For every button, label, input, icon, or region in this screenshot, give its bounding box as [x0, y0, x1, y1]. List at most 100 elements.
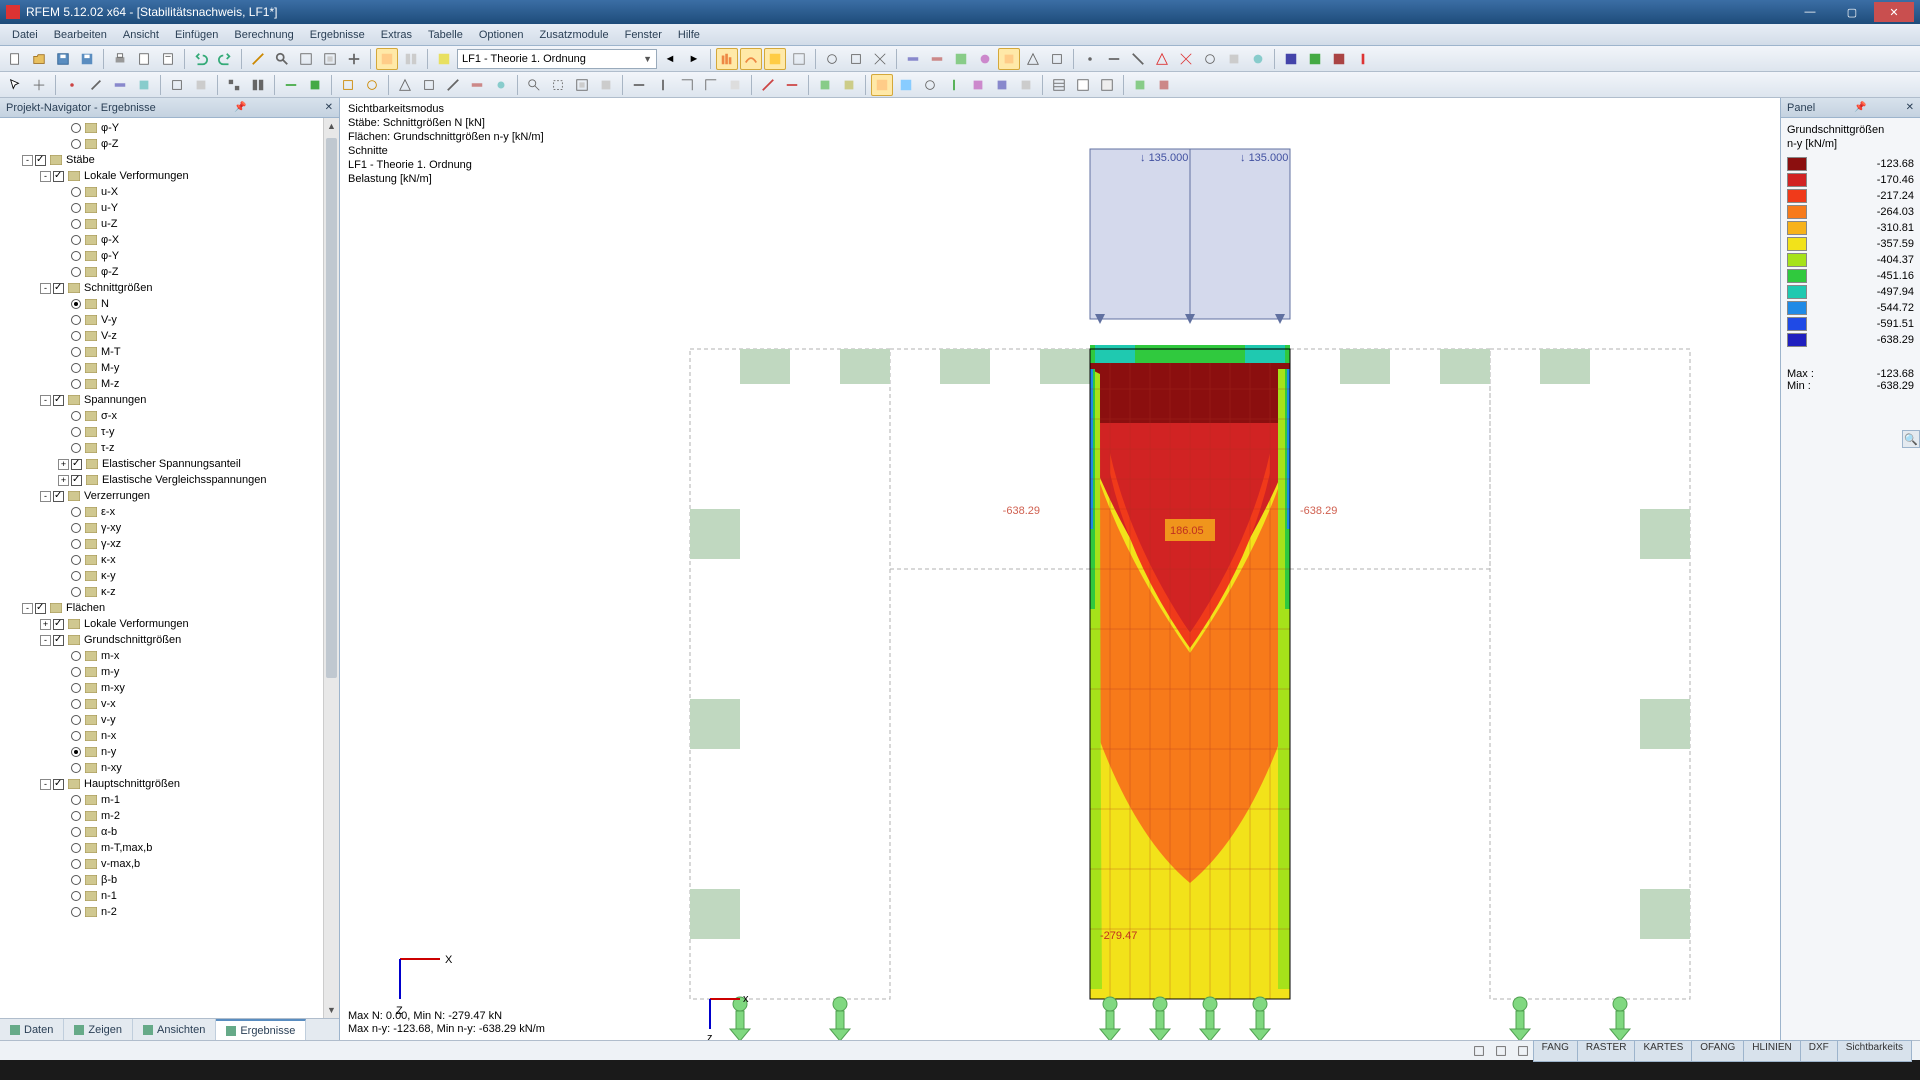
tree-item[interactable]: -Lokale Verformungen — [0, 168, 339, 184]
tree-item[interactable]: V-z — [0, 328, 339, 344]
tb2-h[interactable] — [361, 74, 383, 96]
panel-close-icon[interactable]: ✕ — [1906, 102, 1914, 113]
side-tab-icon[interactable]: 🔍 — [1902, 430, 1920, 448]
tree-item[interactable]: v-max,b — [0, 856, 339, 872]
tree-item[interactable]: m-y — [0, 664, 339, 680]
results-toggle-1[interactable] — [716, 48, 738, 70]
grid-icon[interactable] — [1468, 1040, 1490, 1062]
tb2-d[interactable] — [247, 74, 269, 96]
redo-button[interactable] — [214, 48, 236, 70]
tb1-u[interactable] — [1328, 48, 1350, 70]
tree-item[interactable]: V-y — [0, 312, 339, 328]
measure-button[interactable] — [247, 48, 269, 70]
tb1-k[interactable] — [1079, 48, 1101, 70]
tree-item[interactable]: φ-Y — [0, 120, 339, 136]
tb1-o[interactable] — [1175, 48, 1197, 70]
tb2-r[interactable] — [628, 74, 650, 96]
menu-optionen[interactable]: Optionen — [471, 27, 532, 43]
tb1-h[interactable] — [998, 48, 1020, 70]
tb2-a[interactable] — [166, 74, 188, 96]
tree-item[interactable]: m-x — [0, 648, 339, 664]
tree-item[interactable]: +Elastischer Spannungsanteil — [0, 456, 339, 472]
tree-item[interactable]: φ-Y — [0, 248, 339, 264]
tb2-move[interactable] — [28, 74, 50, 96]
tree-item[interactable]: κ-y — [0, 568, 339, 584]
tree-item[interactable]: n-2 — [0, 904, 339, 920]
tree-item[interactable]: β-b — [0, 872, 339, 888]
tb2-surface[interactable] — [133, 74, 155, 96]
tb2-c[interactable] — [223, 74, 245, 96]
menu-berechnung[interactable]: Berechnung — [226, 27, 301, 43]
menu-hilfe[interactable]: Hilfe — [670, 27, 708, 43]
tb1-e[interactable] — [926, 48, 948, 70]
status-sichtbarkeits[interactable]: Sichtbarkeits — [1837, 1040, 1912, 1062]
nav-tab-ergebnisse[interactable]: Ergebnisse — [216, 1019, 306, 1040]
tb2-f[interactable] — [304, 74, 326, 96]
menu-bearbeiten[interactable]: Bearbeiten — [46, 27, 115, 43]
tree-item[interactable]: γ-xz — [0, 536, 339, 552]
globe-icon[interactable] — [1490, 1040, 1512, 1062]
tb2-af[interactable] — [991, 74, 1013, 96]
zoom-button[interactable] — [271, 48, 293, 70]
tree-item[interactable]: φ-Z — [0, 264, 339, 280]
tree-item[interactable]: v-y — [0, 712, 339, 728]
open-button[interactable] — [28, 48, 50, 70]
close-panel-icon[interactable]: ✕ — [325, 102, 333, 113]
tb1-p[interactable] — [1199, 48, 1221, 70]
menu-extras[interactable]: Extras — [373, 27, 420, 43]
tb1-n[interactable] — [1151, 48, 1173, 70]
print-preview-button[interactable] — [133, 48, 155, 70]
tb1-f[interactable] — [950, 48, 972, 70]
maximize-button[interactable]: ▢ — [1832, 2, 1872, 22]
tb2-line[interactable] — [85, 74, 107, 96]
minimize-button[interactable]: — — [1790, 2, 1830, 22]
tb1-s[interactable] — [1280, 48, 1302, 70]
tb1-c[interactable] — [869, 48, 891, 70]
pin-icon[interactable]: 📌 — [234, 102, 246, 113]
tree-item[interactable]: n-xy — [0, 760, 339, 776]
tree-item[interactable]: -Spannungen — [0, 392, 339, 408]
nav-tab-daten[interactable]: Daten — [0, 1019, 64, 1040]
view-mode-1-button[interactable] — [376, 48, 398, 70]
status-ofang[interactable]: OFANG — [1691, 1040, 1744, 1062]
tb1-l[interactable] — [1103, 48, 1125, 70]
nav-tab-ansichten[interactable]: Ansichten — [133, 1019, 216, 1040]
tb2-p[interactable] — [571, 74, 593, 96]
undo-button[interactable] — [190, 48, 212, 70]
navigator-tree[interactable]: φ-Yφ-Z-Stäbe-Lokale Verformungenu-Xu-Yu-… — [0, 118, 339, 1018]
status-fang[interactable]: FANG — [1533, 1040, 1578, 1062]
tree-item[interactable]: n-1 — [0, 888, 339, 904]
tb2-node[interactable] — [61, 74, 83, 96]
tree-item[interactable]: -Flächen — [0, 600, 339, 616]
load-case-combo[interactable]: LF1 - Theorie 1. Ordnung▼ — [457, 49, 657, 69]
tree-item[interactable]: v-x — [0, 696, 339, 712]
tree-item[interactable]: +Elastische Vergleichsspannungen — [0, 472, 339, 488]
panel-pin-icon[interactable]: 📌 — [1854, 102, 1866, 113]
tb2-ab[interactable] — [895, 74, 917, 96]
menu-fenster[interactable]: Fenster — [617, 27, 670, 43]
tree-item[interactable]: κ-x — [0, 552, 339, 568]
tb2-s[interactable] — [652, 74, 674, 96]
tb2-l[interactable] — [466, 74, 488, 96]
tree-item[interactable]: M-T — [0, 344, 339, 360]
tb2-j[interactable] — [418, 74, 440, 96]
tree-item[interactable]: +Lokale Verformungen — [0, 616, 339, 632]
tb2-w[interactable] — [757, 74, 779, 96]
tree-item[interactable]: τ-y — [0, 424, 339, 440]
tree-item[interactable]: m-1 — [0, 792, 339, 808]
tree-item[interactable]: m-xy — [0, 680, 339, 696]
tree-item[interactable]: M-z — [0, 376, 339, 392]
tb1-t[interactable] — [1304, 48, 1326, 70]
tree-item[interactable]: φ-Z — [0, 136, 339, 152]
tb1-m[interactable] — [1127, 48, 1149, 70]
lf-icon[interactable] — [433, 48, 455, 70]
tb1-b[interactable] — [845, 48, 867, 70]
tb2-g[interactable] — [337, 74, 359, 96]
tb2-u[interactable] — [700, 74, 722, 96]
tb2-z[interactable] — [838, 74, 860, 96]
tree-item[interactable]: σ-x — [0, 408, 339, 424]
tree-item[interactable]: u-Y — [0, 200, 339, 216]
tb2-ag[interactable] — [1015, 74, 1037, 96]
zoom-window-button[interactable] — [295, 48, 317, 70]
tb1-d[interactable] — [902, 48, 924, 70]
